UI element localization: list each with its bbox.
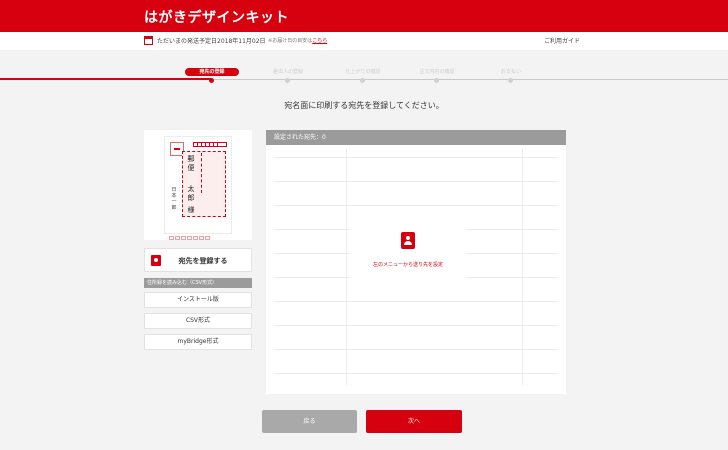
app-title: はがきデザインキット bbox=[144, 10, 289, 26]
postcard: 郵便 太郎 様 日本一郎 bbox=[164, 136, 232, 240]
recipient-count: 設定された宛先：0 bbox=[266, 130, 566, 145]
delivery-note-link[interactable]: こちら bbox=[312, 38, 327, 44]
empty-state: 左のメニューから送り先を設定 bbox=[350, 220, 466, 286]
step-payment: お支払い bbox=[484, 68, 538, 83]
step-label: 差出人の登録 bbox=[272, 69, 303, 75]
register-recipient-button[interactable]: 宛先を登録する bbox=[144, 248, 252, 272]
ship-date: 2018年11月02日 bbox=[217, 38, 266, 45]
grid-line bbox=[274, 373, 558, 374]
step-dot bbox=[360, 78, 365, 83]
postcard-preview: 郵便 太郎 様 日本一郎 bbox=[144, 130, 252, 240]
step-label: お支払い bbox=[500, 69, 521, 75]
step-dot bbox=[209, 78, 214, 83]
step-label: 宛先の登録 bbox=[185, 68, 239, 76]
app-header: はがきデザインキット bbox=[0, 0, 728, 32]
grid-line bbox=[274, 157, 558, 158]
calendar-icon bbox=[144, 36, 153, 45]
grid-divider bbox=[522, 149, 523, 385]
grid-line bbox=[274, 205, 558, 206]
import-csv-button[interactable]: CSV形式 bbox=[144, 313, 252, 329]
info-bar: ただいまの発送予定日 2018年11月02日 ※お届け日の目安はこちら ご利用ガ… bbox=[0, 32, 728, 50]
grid-line bbox=[274, 301, 558, 302]
step-label: 仕上がりの確認 bbox=[345, 69, 381, 75]
sender-name: 日本一郎 bbox=[171, 187, 177, 211]
step-dot bbox=[285, 78, 290, 83]
step-dot bbox=[434, 78, 439, 83]
page-heading: 宛名面に印刷する宛先を登録してください。 bbox=[284, 101, 444, 110]
address-line bbox=[201, 153, 203, 193]
honorific: 様 bbox=[187, 206, 195, 214]
step-dot bbox=[508, 78, 513, 83]
address-book-icon bbox=[401, 232, 415, 249]
step-label: 注文内容の確認 bbox=[419, 69, 455, 75]
recipient-list-panel: 設定された宛先：0 左のメニューから送り先を設定 bbox=[266, 130, 566, 394]
delivery-note-text: ※お届け日の目安は bbox=[268, 38, 313, 44]
user-guide-link[interactable]: ご利用ガイド bbox=[544, 36, 580, 45]
import-heading: 住所録を読み込む（CSV形式） bbox=[144, 278, 252, 288]
progress-stepper: 宛先の登録 差出人の登録 仕上がりの確認 注文内容の確認 お支払い bbox=[0, 62, 728, 86]
recipient-name-1: 郵便 bbox=[187, 155, 195, 172]
grid-line bbox=[274, 181, 558, 182]
grid-divider bbox=[346, 149, 347, 385]
ship-label: ただいまの発送予定日 bbox=[157, 38, 218, 45]
next-button[interactable]: 次へ bbox=[366, 410, 462, 433]
delivery-note: ※お届け日の目安はこちら bbox=[268, 37, 327, 44]
step-preview: 仕上がりの確認 bbox=[336, 68, 390, 83]
recipient-name-2: 太郎 bbox=[187, 185, 195, 202]
empty-message: 左のメニューから送り先を設定 bbox=[372, 262, 443, 268]
register-recipient-label: 宛先を登録する bbox=[178, 257, 228, 265]
sender-zip-boxes bbox=[169, 225, 229, 240]
step-sender: 差出人の登録 bbox=[261, 68, 315, 83]
back-button[interactable]: 戻る bbox=[262, 410, 357, 433]
grid-line bbox=[274, 325, 558, 326]
import-installed-button[interactable]: インストール版 bbox=[144, 292, 252, 308]
zip-code-boxes bbox=[193, 142, 227, 147]
step-recipient: 宛先の登録 bbox=[185, 68, 239, 83]
grid-line bbox=[274, 349, 558, 350]
import-mybridge-button[interactable]: myBridge形式 bbox=[144, 334, 252, 350]
stepper-progress bbox=[0, 78, 212, 80]
step-order-confirm: 注文内容の確認 bbox=[410, 68, 464, 83]
